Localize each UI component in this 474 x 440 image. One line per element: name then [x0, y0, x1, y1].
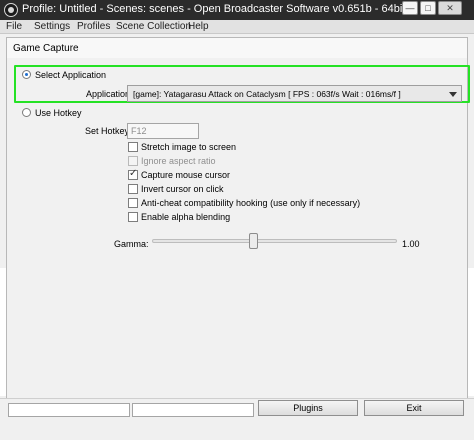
stretch-image-label: Stretch image to screen — [141, 142, 237, 152]
alpha-blending-checkbox[interactable] — [128, 212, 138, 222]
window-title: Profile: Untitled - Scenes: scenes - Ope… — [22, 3, 406, 15]
scenes-strip — [132, 403, 254, 417]
close-button[interactable]: ✕ — [438, 1, 462, 15]
set-hotkey-label: Set Hotkey — [85, 126, 130, 136]
game-capture-dialog: Game Capture Select Application Applicat… — [6, 37, 470, 427]
dropdown-arrow-icon — [448, 89, 458, 99]
maximize-button[interactable]: □ — [420, 1, 436, 15]
menu-bar: File Settings Profiles Scene Collection … — [0, 20, 474, 34]
menu-settings[interactable]: Settings — [34, 21, 70, 32]
set-hotkey-value: F12 — [131, 126, 147, 136]
gamma-slider-track[interactable] — [152, 239, 397, 243]
gamma-slider-thumb[interactable] — [249, 233, 258, 249]
menu-scene-collection[interactable]: Scene Collection — [116, 21, 191, 32]
gamma-label: Gamma: — [114, 239, 149, 249]
ignore-aspect-ratio-checkbox — [128, 156, 138, 166]
dialog-title: Game Capture — [13, 43, 79, 54]
minimize-button[interactable]: — — [402, 1, 418, 15]
title-bar: Profile: Untitled - Scenes: scenes - Ope… — [0, 0, 474, 20]
menu-file[interactable]: File — [6, 21, 22, 32]
exit-button[interactable]: Exit — [364, 400, 464, 416]
application-label: Application: — [86, 89, 133, 99]
capture-mouse-cursor-checkbox[interactable] — [128, 168, 138, 180]
select-application-label: Select Application — [35, 70, 107, 80]
menu-profiles[interactable]: Profiles — [77, 21, 110, 32]
application-dropdown-value: [game]: Yatagarasu Attack on Cataclysm [… — [133, 89, 401, 99]
obs-app-icon — [4, 3, 18, 17]
dialog-title-bar: Game Capture — [7, 38, 467, 58]
invert-cursor-checkbox[interactable] — [128, 184, 138, 194]
stretch-image-checkbox[interactable] — [128, 142, 138, 152]
invert-cursor-label: Invert cursor on click — [141, 184, 224, 194]
gamma-value: 1.00 — [402, 239, 420, 249]
anti-cheat-hooking-checkbox[interactable] — [128, 198, 138, 208]
select-application-radio[interactable] — [22, 70, 31, 79]
sources-strip — [8, 403, 130, 417]
application-dropdown[interactable]: [game]: Yatagarasu Attack on Cataclysm [… — [127, 85, 462, 102]
plugins-button[interactable]: Plugins — [258, 400, 358, 416]
use-hotkey-label: Use Hotkey — [35, 108, 82, 118]
menu-help[interactable]: Help — [188, 21, 209, 32]
set-hotkey-field[interactable]: F12 — [127, 123, 199, 139]
capture-mouse-cursor-label: Capture mouse cursor — [141, 170, 231, 180]
anti-cheat-hooking-label: Anti-cheat compatibility hooking (use on… — [141, 198, 361, 208]
use-hotkey-radio[interactable] — [22, 108, 31, 117]
ignore-aspect-ratio-label: Ignore aspect ratio — [141, 156, 216, 166]
alpha-blending-label: Enable alpha blending — [141, 212, 231, 222]
